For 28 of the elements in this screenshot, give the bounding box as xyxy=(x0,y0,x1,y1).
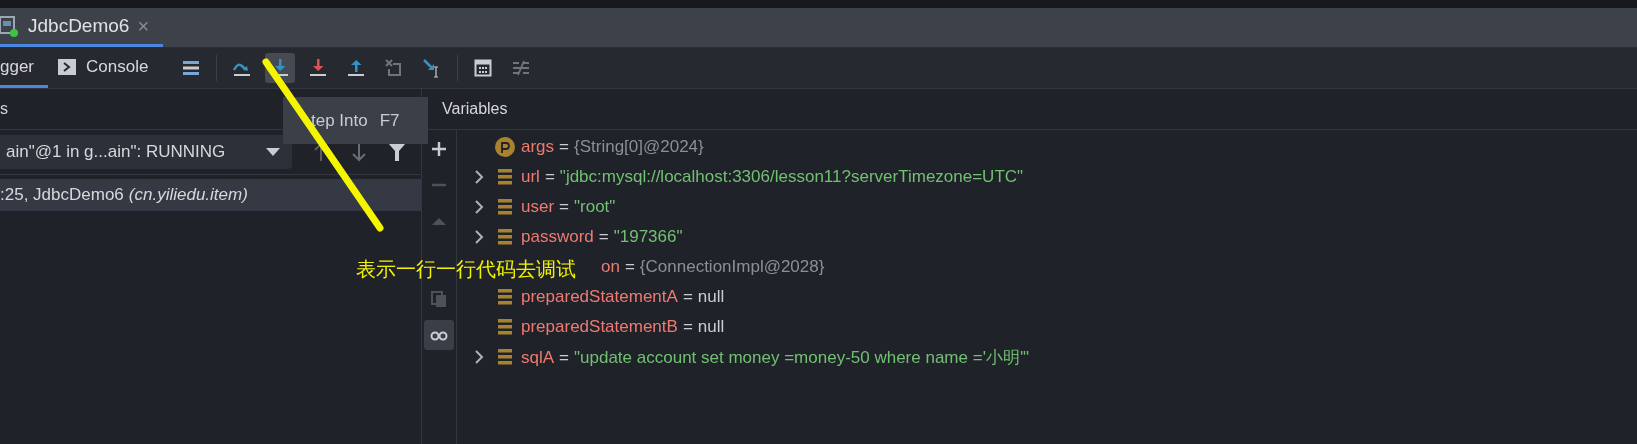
debugger-tab[interactable]: gger xyxy=(0,48,49,88)
field-icon xyxy=(495,227,515,247)
field-icon xyxy=(495,347,515,367)
parameter-icon xyxy=(495,137,515,157)
run-config-icon xyxy=(0,14,20,38)
field-icon xyxy=(495,167,515,187)
panel-title: s xyxy=(0,100,8,118)
field-icon xyxy=(495,317,515,337)
caret-icon xyxy=(266,147,280,157)
field-icon xyxy=(495,287,515,307)
glasses-icon[interactable] xyxy=(424,320,454,350)
console-tab[interactable]: Console xyxy=(58,48,163,88)
variable-entry[interactable]: preparedStatementA = null xyxy=(521,287,725,307)
field-icon xyxy=(495,197,515,217)
variable-entry[interactable]: user = "root" xyxy=(521,197,616,217)
panel-title: Variables xyxy=(442,100,508,118)
thread-dropdown[interactable]: ain"@1 in g...ain": RUNNING xyxy=(0,135,292,169)
variable-entry[interactable]: url = "jdbc:mysql://localhost:3306/lesson11?serverTimezone=UTC" xyxy=(521,167,1024,187)
console-icon xyxy=(58,58,77,75)
stack-frame[interactable]: :25, JdbcDemo6 (cn.yiliedu.item) xyxy=(0,179,421,211)
variable-entry[interactable]: preparedStatementB = null xyxy=(521,317,725,337)
down-arrow-icon[interactable] xyxy=(350,142,368,162)
variable-entry[interactable]: sqlA = "update account set money =money-50 where name ='小明'" xyxy=(521,345,1030,369)
variable-entry[interactable]: on = {ConnectionImpl@2028} xyxy=(601,257,825,277)
variable-entry[interactable]: args = {String[0]@2024} xyxy=(521,137,704,157)
annotation-text: 表示一行一行代码去调试 xyxy=(356,257,576,282)
variable-entry[interactable]: password = "197366" xyxy=(521,227,683,247)
tooltip: tep Into F7 xyxy=(283,97,428,144)
